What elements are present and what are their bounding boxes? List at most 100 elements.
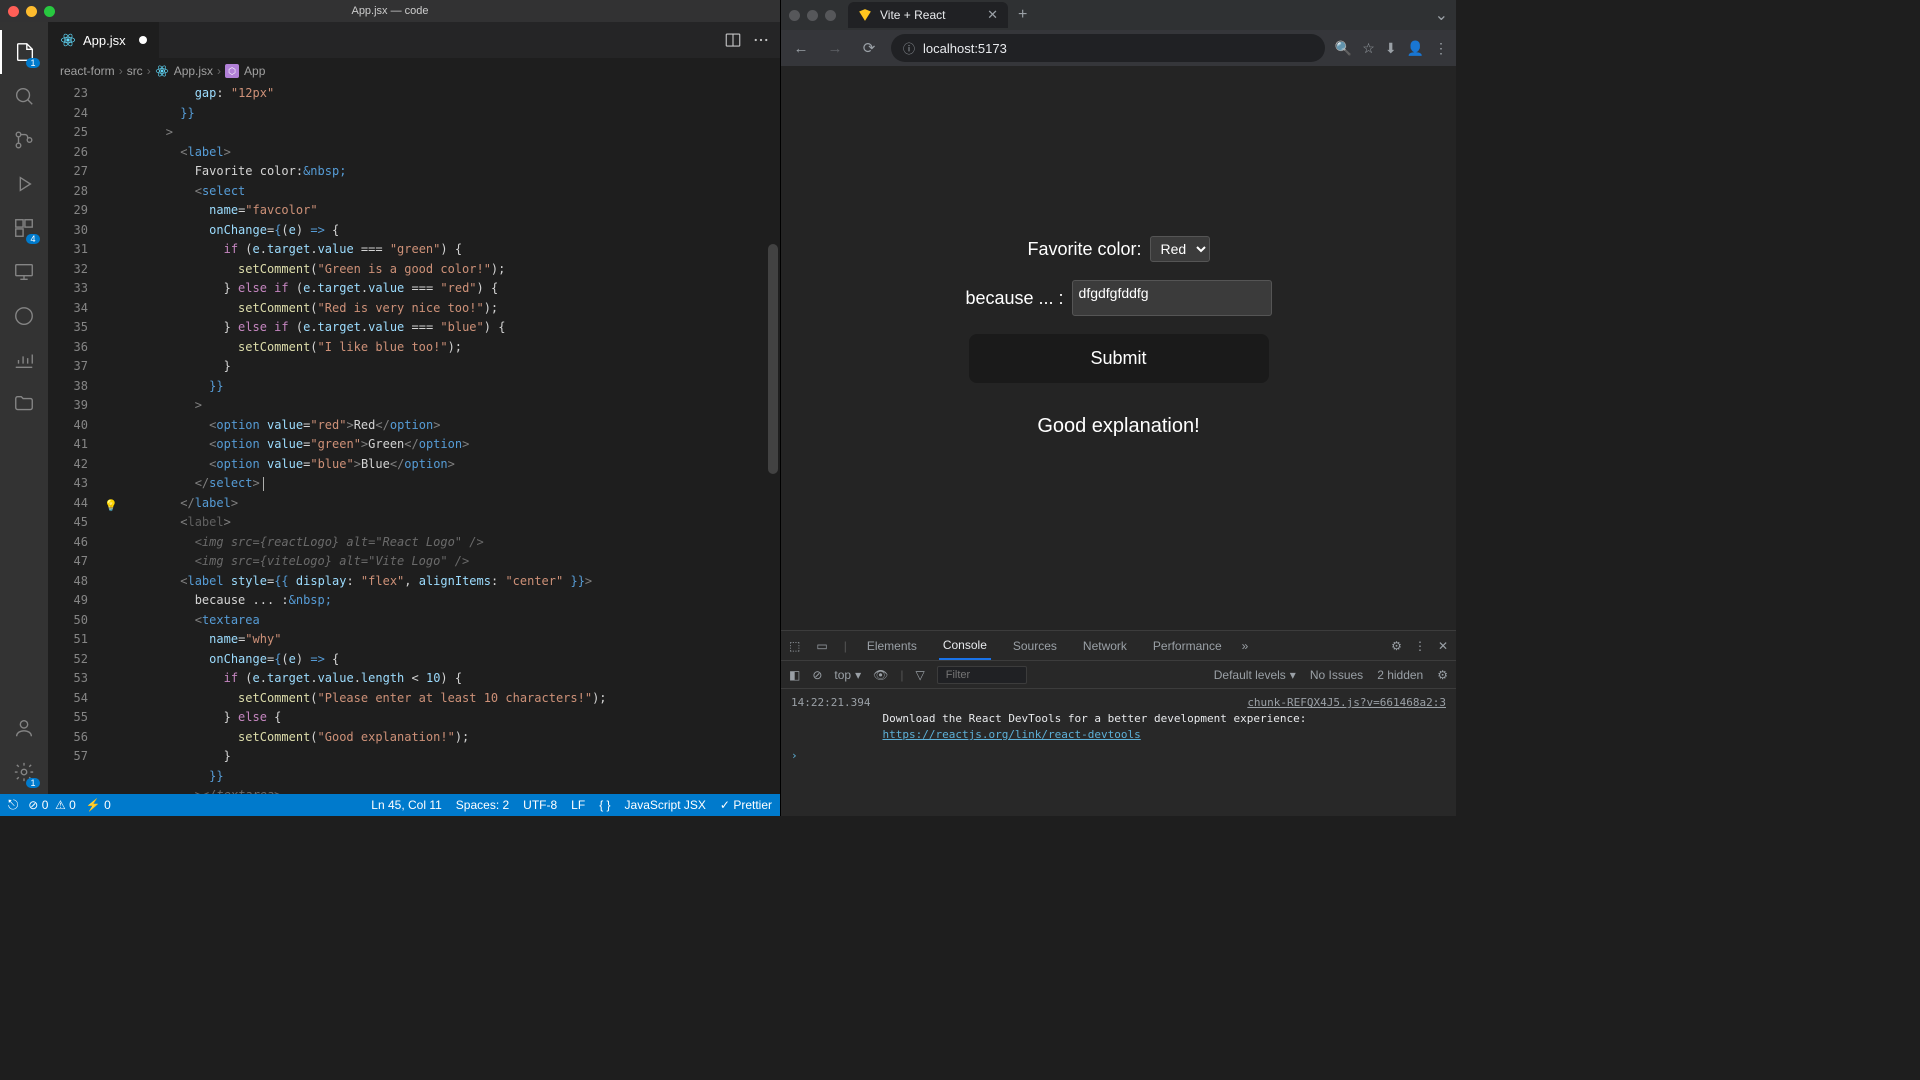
- vscode-titlebar: App.jsx — code: [0, 0, 780, 22]
- menu-icon[interactable]: ⋮: [1434, 40, 1448, 57]
- log-source-link[interactable]: chunk-REFQX4J5.js?v=661468a2:3: [1247, 695, 1446, 711]
- because-label: because ... :: [965, 288, 1063, 309]
- submit-button[interactable]: Submit: [969, 334, 1269, 383]
- debug-icon[interactable]: [0, 162, 48, 206]
- circle-icon[interactable]: [0, 294, 48, 338]
- filter-icon: ▽: [915, 668, 924, 682]
- remote-icon[interactable]: [0, 250, 48, 294]
- favcolor-label: Favorite color:: [1027, 239, 1141, 260]
- url-text: localhost:5173: [923, 41, 1007, 56]
- tab-close-icon[interactable]: ✕: [987, 7, 998, 23]
- breadcrumb-symbol: App: [244, 64, 265, 78]
- editor-tabbar: App.jsx: [48, 22, 780, 58]
- devtools-more-icon[interactable]: ⋮: [1414, 639, 1426, 653]
- breadcrumb-project: react-form: [60, 64, 115, 78]
- explorer-icon[interactable]: 1: [0, 30, 48, 74]
- react-icon: [155, 64, 169, 78]
- log-levels-dropdown[interactable]: Default levels ▾: [1214, 668, 1296, 682]
- browser-window: Vite + React ✕ + ⌄ ← → ⟳ ⓘ localhost:517…: [780, 0, 1456, 816]
- account-icon[interactable]: [0, 706, 48, 750]
- eye-icon[interactable]: 👁: [873, 668, 888, 682]
- more-icon[interactable]: [752, 31, 770, 49]
- code-editor[interactable]: 2324252627282930313233343536373839404142…: [48, 84, 780, 794]
- chevron-down-icon[interactable]: ⌄: [1435, 5, 1448, 25]
- forward-icon[interactable]: →: [823, 40, 847, 57]
- devtools-settings-icon[interactable]: ⚙: [1391, 639, 1402, 653]
- new-tab-icon[interactable]: +: [1010, 6, 1035, 24]
- tab-modified-dot-icon[interactable]: [139, 36, 147, 44]
- bookmark-icon[interactable]: ☆: [1362, 40, 1375, 57]
- devtools-tab-performance[interactable]: Performance: [1149, 631, 1226, 660]
- devtools: ⬚ ▭ | ElementsConsoleSourcesNetworkPerfo…: [781, 630, 1456, 816]
- site-info-icon[interactable]: ⓘ: [903, 40, 915, 57]
- download-icon[interactable]: ⬇: [1385, 40, 1397, 57]
- folder-icon[interactable]: [0, 382, 48, 426]
- favcolor-select[interactable]: Red: [1150, 236, 1210, 262]
- scrollbar[interactable]: [768, 244, 778, 474]
- status-errors[interactable]: ⊘ 0 ⚠ 0: [28, 798, 76, 812]
- console-filter-input[interactable]: [937, 666, 1027, 684]
- hidden-count[interactable]: 2 hidden: [1377, 668, 1423, 682]
- status-language[interactable]: JavaScript JSX: [625, 798, 706, 812]
- window-minimize-icon[interactable]: [807, 10, 818, 21]
- browser-titlebar: Vite + React ✕ + ⌄: [781, 0, 1456, 30]
- function-icon: ⬡: [225, 64, 239, 78]
- status-prettier[interactable]: ✓ Prettier: [720, 798, 772, 812]
- status-cursor[interactable]: Ln 45, Col 11: [371, 798, 442, 812]
- back-icon[interactable]: ←: [789, 40, 813, 57]
- remote-indicator-icon[interactable]: ⎋: [8, 797, 18, 813]
- editor-tab[interactable]: App.jsx: [48, 22, 160, 58]
- activity-bar: 1 4 1: [0, 22, 48, 794]
- window-close-icon[interactable]: [8, 6, 19, 17]
- log-url-link[interactable]: https://reactjs.org/link/react-devtools: [882, 728, 1140, 741]
- context-dropdown[interactable]: top ▾: [834, 668, 861, 682]
- device-icon[interactable]: ▭: [816, 639, 827, 653]
- because-textarea[interactable]: [1072, 280, 1272, 316]
- status-eol[interactable]: LF: [571, 798, 585, 812]
- reload-icon[interactable]: ⟳: [857, 39, 881, 57]
- window-maximize-icon[interactable]: [44, 6, 55, 17]
- status-encoding[interactable]: UTF-8: [523, 798, 557, 812]
- vscode-title: App.jsx — code: [351, 5, 428, 17]
- explorer-badge: 1: [26, 58, 40, 68]
- extensions-icon[interactable]: 4: [0, 206, 48, 250]
- log-message: Download the React DevTools for a better…: [882, 712, 1306, 725]
- lightbulb-icon[interactable]: 💡: [104, 496, 118, 516]
- settings-icon[interactable]: 1: [0, 750, 48, 794]
- devtools-tab-sources[interactable]: Sources: [1009, 631, 1061, 660]
- extensions-badge: 4: [26, 234, 40, 244]
- graph-icon[interactable]: [0, 338, 48, 382]
- devtools-close-icon[interactable]: ✕: [1438, 639, 1448, 653]
- split-editor-icon[interactable]: [724, 31, 742, 49]
- devtools-tab-console[interactable]: Console: [939, 631, 991, 660]
- status-spaces[interactable]: Spaces: 2: [456, 798, 509, 812]
- profile-icon[interactable]: 👤: [1407, 40, 1424, 57]
- issues-badge[interactable]: No Issues: [1310, 668, 1363, 682]
- clear-console-icon[interactable]: ⊘: [812, 668, 822, 682]
- breadcrumb-file: App.jsx: [174, 64, 213, 78]
- breadcrumb[interactable]: react-form › src › App.jsx › ⬡App: [48, 58, 780, 84]
- search-icon[interactable]: [0, 74, 48, 118]
- window-close-icon[interactable]: [789, 10, 800, 21]
- console-settings-icon[interactable]: ⚙: [1437, 668, 1448, 682]
- status-ports[interactable]: ⚡ 0: [86, 798, 111, 812]
- log-timestamp: 14:22:21.394: [791, 695, 870, 711]
- devtools-tab-network[interactable]: Network: [1079, 631, 1131, 660]
- devtools-tab-elements[interactable]: Elements: [863, 631, 921, 660]
- source-control-icon[interactable]: [0, 118, 48, 162]
- console-prompt-icon[interactable]: ›: [791, 749, 1446, 762]
- browser-tab-title: Vite + React: [880, 8, 945, 22]
- window-maximize-icon[interactable]: [825, 10, 836, 21]
- inspect-icon[interactable]: ⬚: [789, 639, 800, 653]
- vscode-window: App.jsx — code 1 4: [0, 0, 780, 816]
- more-tabs-icon[interactable]: »: [1242, 639, 1249, 653]
- page-content: Favorite color: Red because ... : Submit…: [781, 66, 1456, 630]
- sidebar-toggle-icon[interactable]: ◧: [789, 668, 800, 682]
- window-minimize-icon[interactable]: [26, 6, 37, 17]
- tab-filename: App.jsx: [83, 33, 126, 48]
- url-bar[interactable]: ⓘ localhost:5173: [891, 34, 1325, 62]
- status-braces-icon[interactable]: { }: [599, 798, 610, 812]
- browser-tab[interactable]: Vite + React ✕: [848, 2, 1008, 28]
- zoom-icon[interactable]: 🔍: [1335, 40, 1352, 57]
- console-output[interactable]: 14:22:21.394 chunk-REFQX4J5.js?v=661468a…: [781, 689, 1456, 816]
